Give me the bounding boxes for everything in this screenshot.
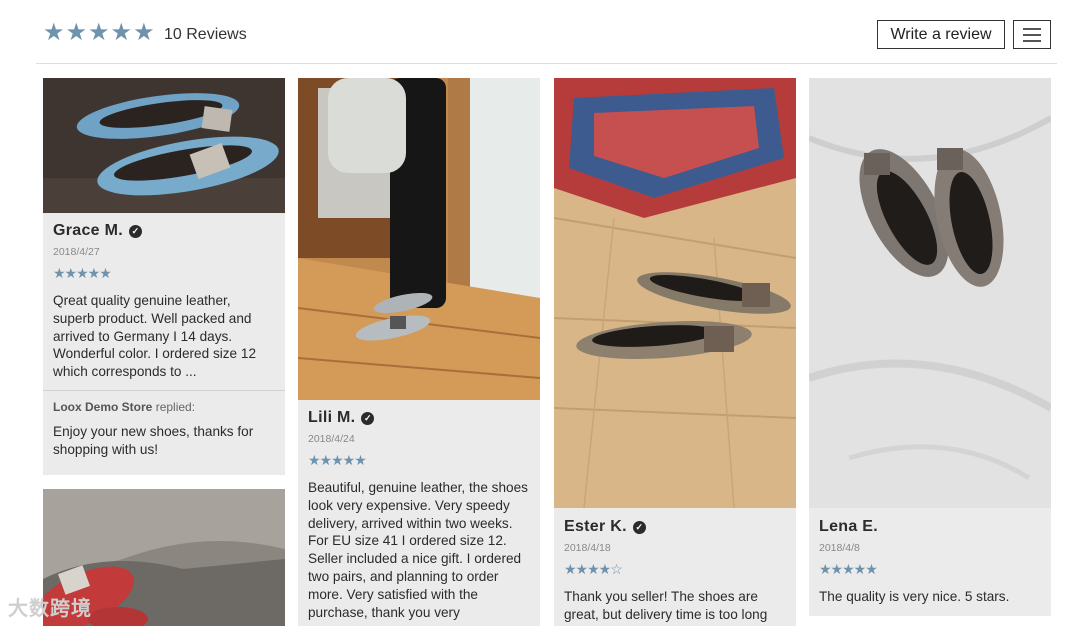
hamburger-menu-icon — [1023, 28, 1041, 30]
review-text: Qreat quality genuine leather, superb pr… — [53, 293, 257, 380]
star-icon: ★ — [43, 19, 65, 46]
review-photo[interactable] — [298, 78, 540, 400]
overall-rating-stars: ★ ★ ★ ★ ★ — [43, 19, 155, 46]
verified-check-icon: ✓ — [129, 224, 142, 238]
reviewer-name: Grace M. — [53, 222, 123, 239]
shoe-photo-image — [298, 78, 540, 400]
review-card[interactable]: Lena E. 2018/4/8 ★★★★★ The quality is ve… — [809, 78, 1051, 616]
reply-author: Loox Demo Store — [53, 399, 153, 414]
review-text: The quality is very nice. 5 stars. — [819, 589, 1010, 604]
shoe-photo-image — [43, 78, 285, 213]
review-photo[interactable] — [43, 78, 285, 213]
review-date: 2018/4/24 — [308, 433, 355, 445]
reviewer-name: Ester K. — [564, 518, 627, 535]
review-stars: ★★★★★ — [53, 265, 112, 281]
review-date: 2018/4/27 — [53, 246, 100, 258]
reply-header: Loox Demo Store replied: — [53, 400, 275, 414]
reply-label: replied: — [152, 399, 196, 414]
reviewer-name-row: Lili M. ✓ — [308, 409, 530, 427]
shoe-photo-image — [554, 78, 796, 508]
star-icon: ★ — [65, 19, 88, 46]
review-stars: ★★★★★ — [308, 452, 367, 468]
review-date: 2018/4/8 — [819, 542, 860, 554]
reviewer-name: Lili M. — [308, 409, 356, 426]
star-icon: ★ — [88, 19, 110, 46]
hamburger-line — [1023, 40, 1041, 42]
verified-check-icon: ✓ — [632, 520, 646, 534]
review-photo[interactable] — [554, 78, 796, 508]
review-date: 2018/4/18 — [564, 542, 611, 554]
reply-text: Enjoy your new shoes, thanks for shoppin… — [53, 423, 254, 457]
review-stars: ★★★★★ — [819, 561, 878, 577]
write-review-button[interactable]: Write a review — [877, 20, 1005, 49]
review-card[interactable]: Grace M. ✓ 2018/4/27 ★★★★★ Qreat quality … — [43, 78, 285, 475]
verified-check-icon: ✓ — [361, 411, 375, 425]
reviewer-name-row: Ester K. ✓ — [564, 518, 786, 536]
review-text: Beautiful, genuine leather, the shoes lo… — [308, 480, 528, 620]
reviewer-name: Lena E. — [819, 518, 879, 535]
star-icon: ★ — [133, 19, 155, 46]
menu-button[interactable] — [1013, 20, 1051, 49]
reviews-header: ★ ★ ★ ★ ★ 10 Reviews Write a review — [0, 0, 1080, 64]
store-reply: Loox Demo Store replied: Enjoy your new … — [43, 389, 285, 459]
shoe-photo-image — [809, 78, 1051, 508]
review-card[interactable]: Ester K. ✓ 2018/4/18 ★★★★☆ Thank you sell… — [554, 78, 796, 626]
header-divider — [36, 63, 1057, 64]
reviewer-name-row: Grace M. ✓ — [53, 222, 275, 240]
review-text: Thank you seller! The shoes are great, b… — [564, 589, 768, 622]
review-photo[interactable] — [809, 78, 1051, 508]
review-count: 10 Reviews — [164, 26, 247, 43]
review-card[interactable]: Lili M. ✓ 2018/4/24 ★★★★★ Beautiful, genu… — [298, 78, 540, 626]
hamburger-line — [1023, 34, 1041, 36]
review-stars: ★★★★☆ — [564, 561, 623, 577]
watermark-logo: 大数跨境 — [8, 598, 92, 620]
star-icon: ★ — [110, 19, 133, 46]
